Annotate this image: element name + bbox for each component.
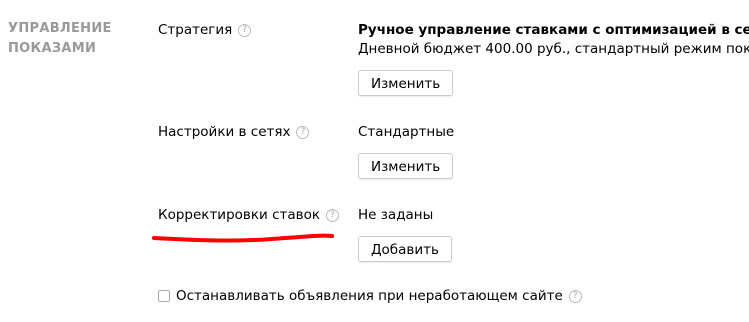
network-settings-change-button[interactable]: Изменить bbox=[358, 153, 454, 179]
bid-adjustments-label-row: Корректировки ставок ? bbox=[158, 206, 340, 224]
strategy-change-button[interactable]: Изменить bbox=[358, 70, 454, 96]
bid-adjustments-label: Корректировки ставок bbox=[158, 207, 321, 223]
stop-ads-checkbox[interactable] bbox=[158, 290, 170, 302]
stop-ads-label[interactable]: Останавливать объявления при неработающе… bbox=[176, 287, 563, 305]
help-circle-icon[interactable]: ? bbox=[296, 125, 310, 139]
section-title: Управление показами bbox=[8, 19, 112, 59]
section-title-line2: показами bbox=[8, 41, 97, 56]
strategy-value-detail: Дневной бюджет 400.00 руб., стандартный … bbox=[358, 41, 749, 57]
red-annotation-underline bbox=[152, 233, 334, 243]
help-circle-icon[interactable]: ? bbox=[568, 289, 582, 303]
strategy-label-row: Стратегия ? bbox=[158, 21, 252, 39]
network-settings-label-row: Настройки в сетях ? bbox=[158, 123, 310, 141]
strategy-value-title: Ручное управление ставками с оптимизацие… bbox=[358, 22, 749, 38]
stop-ads-row[interactable]: Останавливать объявления при неработающе… bbox=[158, 287, 582, 305]
help-circle-icon[interactable]: ? bbox=[238, 23, 252, 37]
bid-adjustments-value: Не заданы bbox=[358, 207, 434, 223]
bid-adjustments-add-button[interactable]: Добавить bbox=[358, 236, 452, 262]
section-title-line1: Управление bbox=[8, 21, 112, 36]
help-circle-icon[interactable]: ? bbox=[326, 208, 340, 222]
strategy-label: Стратегия bbox=[158, 22, 233, 38]
network-settings-value: Стандартные bbox=[358, 124, 455, 140]
network-settings-label: Настройки в сетях bbox=[158, 124, 291, 140]
